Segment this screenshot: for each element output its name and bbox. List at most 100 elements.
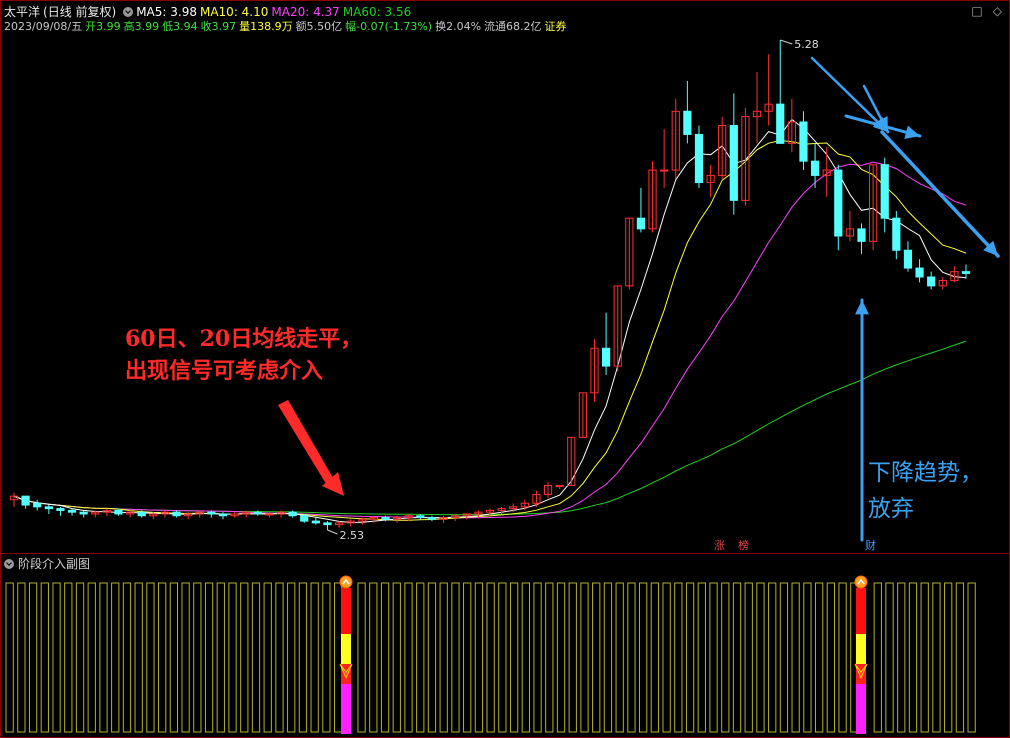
sub-bar [744, 582, 753, 733]
sub-bar [333, 582, 343, 733]
sub-bar [885, 582, 894, 733]
sub-bar [427, 582, 437, 733]
sub-bar [662, 582, 671, 733]
sub-bar [240, 582, 249, 733]
candle-body [137, 511, 146, 517]
sub-bar [533, 582, 542, 733]
trend-arrow-1 [810, 56, 890, 134]
signal-top-icon [854, 575, 868, 589]
sub-bar [310, 582, 319, 733]
candle-body [381, 517, 390, 520]
candle-body [79, 511, 88, 515]
sub-bar [779, 582, 789, 733]
sub-bar [814, 582, 824, 733]
sub-bar [509, 582, 519, 733]
sub-bar [75, 582, 85, 733]
signal-bar-yellow [856, 634, 866, 664]
sub-bar [603, 582, 613, 733]
candle-body [927, 276, 936, 287]
sub-bar [369, 582, 378, 733]
sub-bar [768, 582, 777, 733]
ranking-badge[interactable]: 榜 [737, 539, 750, 552]
sub-bar [498, 582, 507, 733]
vertical-arrow-head [855, 300, 869, 315]
candle-body [21, 495, 30, 506]
candle-body [33, 502, 42, 508]
candle-body [776, 103, 785, 144]
sub-bar [17, 582, 26, 733]
sub-bar [639, 582, 648, 733]
candle-body [660, 169, 669, 172]
limit-up-badge[interactable]: 涨 [713, 539, 726, 552]
sell-annotation-line1: 下降趋势， [868, 460, 983, 486]
sub-bar [28, 582, 38, 733]
sub-bar [920, 582, 929, 733]
sub-bar [463, 582, 472, 733]
collapse-icon[interactable] [4, 559, 14, 569]
sub-bar [275, 582, 284, 733]
sub-bar [592, 582, 601, 733]
sub-bar [756, 582, 765, 733]
candle-body [207, 511, 216, 515]
sub-bar [122, 582, 132, 733]
sub-bar [64, 582, 73, 733]
sub-bar [803, 582, 812, 733]
candle-body [218, 513, 228, 517]
candle-body [311, 520, 320, 524]
sub-bar [228, 582, 237, 733]
candle-body [961, 271, 971, 274]
sub-bar [521, 582, 530, 733]
sub-panel-title: 阶段介入副图 [18, 557, 91, 571]
candle-body [427, 517, 437, 520]
trend-arrow-3-head [904, 125, 920, 139]
sub-bar [650, 582, 660, 733]
candle-body [880, 164, 889, 219]
candle-body [114, 509, 123, 515]
candle-body [56, 508, 65, 511]
sub-bar [627, 582, 636, 733]
sub-bar [697, 582, 706, 733]
candle-body [288, 511, 297, 517]
candle-body [323, 522, 332, 526]
candle-body [683, 110, 692, 135]
finance-badge[interactable]: 财 [864, 539, 877, 552]
sub-bar [568, 582, 577, 733]
candle-body [555, 484, 564, 487]
sub-bar [474, 582, 484, 733]
candle-body [857, 228, 866, 242]
sub-bar [263, 582, 272, 733]
signal-bar-red [341, 588, 351, 634]
sub-bar [709, 582, 718, 733]
sub-bar [967, 582, 976, 733]
sub-bar [416, 582, 425, 733]
candle-body [265, 513, 274, 516]
signal-bar-magenta [341, 684, 351, 734]
sub-bar [674, 582, 683, 733]
low-marker-label: 2.53 [339, 529, 364, 542]
candle-body [892, 217, 901, 251]
sub-bar [944, 582, 953, 733]
sub-bar [181, 582, 190, 733]
sub-bar [357, 582, 366, 733]
sub-bar [52, 582, 61, 733]
signal-bar-red [856, 588, 866, 634]
sub-bar [40, 582, 49, 733]
sub-bar [216, 582, 225, 733]
sub-bar [932, 582, 941, 733]
sub-bar [298, 582, 308, 733]
high-marker-line [780, 39, 793, 45]
sub-bar [5, 582, 14, 733]
sub-bar [251, 582, 261, 733]
sub-bar [169, 582, 179, 733]
sub-bar [615, 582, 624, 733]
sub-bar [287, 582, 296, 733]
candle-body [915, 267, 924, 278]
signal-top-icon [339, 575, 353, 589]
buy-annotation-line2: 出现信号可考虑介入 [125, 358, 324, 384]
sub-bar [392, 582, 401, 733]
sub-bar [486, 582, 495, 733]
buy-arrow-shaft [278, 400, 336, 487]
sub-bar [158, 582, 167, 733]
candle-body [903, 249, 913, 269]
sub-bar [204, 582, 214, 733]
